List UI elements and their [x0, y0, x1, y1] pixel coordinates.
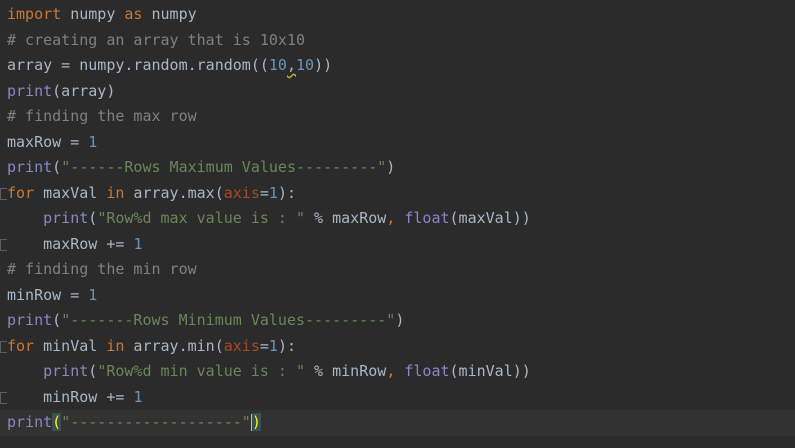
code-token: , [386, 362, 396, 380]
code-token: "------Rows Maximum Values---------" [61, 158, 387, 176]
code-token: 1 [268, 183, 278, 202]
code-token: print [43, 209, 89, 227]
code-token: as [124, 5, 143, 23]
code-token: maxRow += [7, 234, 134, 253]
code-line[interactable]: print("Row%d max value is : " % maxRow, … [0, 206, 795, 232]
code-line[interactable]: print("-------Rows Minimum Values-------… [0, 308, 795, 334]
code-token: 1 [133, 234, 143, 253]
code-line[interactable]: print(array) [0, 79, 795, 105]
fold-close-icon[interactable] [0, 391, 7, 404]
code-line[interactable]: # finding the max row [0, 104, 795, 130]
code-token: import [7, 5, 62, 23]
code-token: ) [386, 158, 396, 176]
code-token: 10 [296, 56, 315, 74]
code-token: % maxRow [305, 209, 387, 227]
code-token: ( [52, 311, 62, 329]
code-token: ( [88, 362, 98, 380]
code-line[interactable]: minRow += 1 [0, 385, 795, 411]
code-token: array.min( [124, 336, 224, 355]
fold-close-icon[interactable] [0, 238, 7, 251]
code-token: array.max( [124, 183, 224, 202]
code-token: axis [223, 183, 260, 202]
code-token: , [286, 56, 296, 74]
code-token: print [7, 158, 53, 176]
code-token: ): [277, 336, 296, 355]
code-line[interactable]: print("------Rows Maximum Values--------… [0, 155, 795, 181]
code-token: in [106, 336, 125, 355]
code-token: (minVal)) [449, 362, 531, 380]
code-line[interactable]: maxRow = 1 [0, 130, 795, 156]
code-token: 1 [133, 387, 143, 406]
code-token: minRow = [7, 285, 89, 304]
code-line[interactable]: for minVal in array.min(axis=1): [0, 334, 795, 360]
code-token: numpy [142, 5, 197, 23]
code-token: 1 [268, 336, 278, 355]
fold-open-icon[interactable] [0, 187, 7, 200]
code-line[interactable]: minRow = 1 [0, 283, 795, 309]
code-token: ) [251, 413, 261, 431]
code-token: ): [277, 183, 296, 202]
code-token: (maxVal)) [449, 209, 531, 227]
code-token: 1 [88, 285, 98, 304]
code-token: minVal [34, 336, 107, 355]
code-token: array = numpy.random.random(( [7, 56, 269, 74]
code-token: ( [52, 158, 62, 176]
code-token: axis [223, 336, 260, 355]
code-token: "Row%d min value is : " [97, 362, 306, 380]
code-token: = [259, 183, 269, 202]
code-token: maxRow = [7, 132, 89, 151]
code-token: ( [52, 413, 62, 431]
code-line[interactable]: print("-------------------") [0, 410, 795, 436]
code-token: print [7, 81, 53, 100]
code-token: for [7, 336, 35, 355]
code-token: for [7, 183, 35, 202]
code-token: maxVal [34, 183, 107, 202]
code-token: float [404, 362, 450, 380]
code-token: )) [314, 56, 333, 74]
code-token: ( [88, 209, 98, 227]
code-token: 1 [88, 132, 98, 151]
code-token: , [386, 209, 396, 227]
code-token: print [43, 362, 89, 380]
code-token: 10 [268, 56, 287, 74]
code-editor[interactable]: import numpy as numpy # creating an array… [0, 0, 795, 448]
code-token: numpy [61, 5, 125, 23]
code-token: minRow += [7, 387, 134, 406]
code-line[interactable]: import numpy as numpy [0, 2, 795, 28]
code-token: print [7, 311, 53, 329]
code-line[interactable]: maxRow += 1 [0, 232, 795, 258]
code-line[interactable]: for maxVal in array.max(axis=1): [0, 181, 795, 207]
code-line[interactable]: print("Row%d min value is : " % minRow, … [0, 359, 795, 385]
code-token: print [7, 413, 53, 431]
code-token: "-------Rows Minimum Values---------" [61, 311, 396, 329]
code-token: # finding the min row [7, 260, 197, 278]
code-line[interactable]: # creating an array that is 10x10 [0, 28, 795, 54]
code-token: in [106, 183, 125, 202]
fold-open-icon[interactable] [0, 340, 7, 353]
code-token: ) [395, 311, 405, 329]
code-token: (array) [52, 81, 116, 100]
code-token: % minRow [305, 362, 387, 380]
code-token: float [404, 209, 450, 227]
code-token: "Row%d max value is : " [97, 209, 306, 227]
code-token: "-------------------" [61, 413, 251, 431]
code-token: = [259, 336, 269, 355]
code-line[interactable]: # finding the min row [0, 257, 795, 283]
code-token: # finding the max row [7, 107, 197, 125]
code-token: # creating an array that is 10x10 [7, 30, 306, 49]
code-line[interactable]: array = numpy.random.random((10,10)) [0, 53, 795, 79]
